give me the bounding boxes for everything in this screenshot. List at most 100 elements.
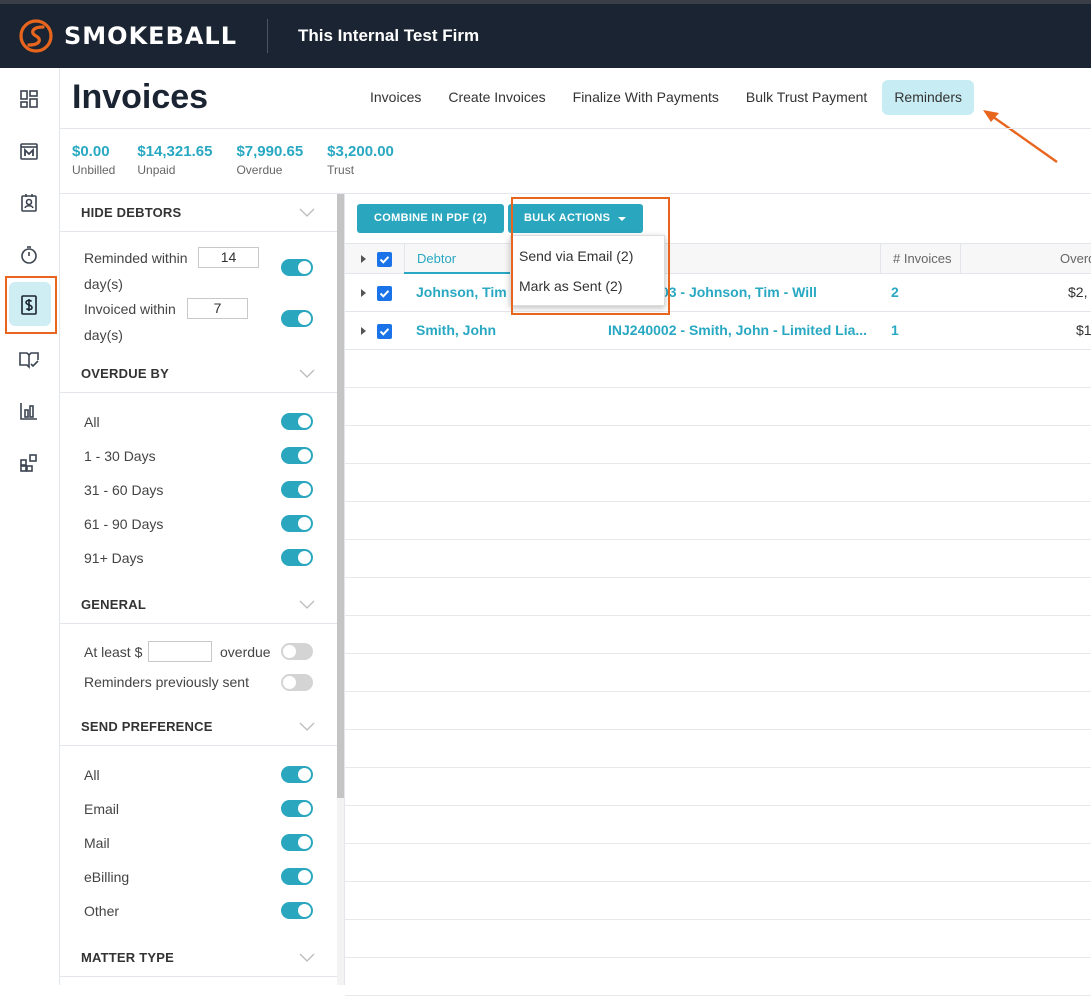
section-general[interactable]: GENERAL — [60, 586, 337, 624]
tab-invoices[interactable]: Invoices — [358, 80, 433, 115]
stat-unpaid[interactable]: $14,321.65 Unpaid — [137, 143, 212, 177]
column-overdue[interactable]: Overdu — [1060, 244, 1091, 273]
table-row[interactable]: Smith, John INJ240002 - Smith, John - Li… — [345, 312, 1091, 350]
overdue-all-toggle[interactable] — [281, 413, 313, 430]
send-option-ebilling: eBilling — [84, 869, 130, 885]
empty-grid-row — [345, 920, 1091, 958]
matters-icon[interactable] — [18, 140, 40, 162]
top-bar: SMOKEBALL This Internal Test Firm — [0, 4, 1091, 68]
grid-header: Debtor # Invoices Overdu — [345, 243, 1091, 274]
reminded-within-toggle[interactable] — [281, 259, 313, 276]
section-title: SEND PREFERENCE — [81, 719, 213, 734]
billing-annotation-box — [5, 276, 57, 334]
send-ebilling-toggle[interactable] — [281, 868, 313, 885]
empty-grid-row — [345, 806, 1091, 844]
stat-overdue[interactable]: $7,990.65 Overdue — [236, 143, 303, 177]
bulk-actions-menu: Send via Email (2) Mark as Sent (2) — [510, 235, 665, 306]
bulk-actions-button[interactable]: BULK ACTIONS — [508, 204, 643, 233]
overdue-91-plus-toggle[interactable] — [281, 549, 313, 566]
table-row[interactable]: Johnson, Tim INJ240003 - Johnson, Tim - … — [345, 274, 1091, 312]
reminded-days-input[interactable]: 14 — [198, 247, 259, 268]
overdue-option-61-90: 61 - 90 Days — [84, 516, 164, 532]
send-other-toggle[interactable] — [281, 902, 313, 919]
summary-stats: $0.00 Unbilled $14,321.65 Unpaid $7,990.… — [72, 143, 418, 177]
section-title: MATTER TYPE — [81, 950, 174, 965]
scrollbar-thumb[interactable] — [337, 194, 344, 798]
empty-grid-row — [345, 654, 1091, 692]
filter-scrollbar[interactable] — [337, 194, 344, 985]
invoice-count-link[interactable]: 2 — [891, 274, 899, 311]
debtor-link[interactable]: Smith, John — [416, 312, 496, 349]
column-debtor[interactable]: Debtor — [417, 244, 456, 273]
section-send-preference[interactable]: SEND PREFERENCE — [60, 708, 337, 746]
dashboard-icon[interactable] — [18, 88, 40, 110]
send-option-all: All — [84, 767, 100, 783]
overdue-31-60-toggle[interactable] — [281, 481, 313, 498]
topbar-divider — [267, 19, 269, 53]
contacts-icon[interactable] — [18, 192, 40, 214]
stat-value: $7,990.65 — [236, 143, 304, 160]
column-invoices[interactable]: # Invoices — [893, 244, 952, 273]
tab-bulk-trust-payment[interactable]: Bulk Trust Payment — [734, 80, 879, 115]
send-all-toggle[interactable] — [281, 766, 313, 783]
matter-link[interactable]: INJ240002 - Smith, John - Limited Lia... — [608, 312, 867, 349]
brand-name: SMOKEBALL — [64, 22, 238, 50]
reminded-within-label: Reminded within — [84, 250, 188, 266]
at-least-amount-input[interactable] — [148, 641, 212, 662]
expand-row-icon[interactable] — [361, 327, 366, 335]
tasks-icon[interactable] — [18, 348, 40, 370]
header-divider — [60, 128, 1091, 129]
smokeball-logo[interactable]: SMOKEBALL — [18, 18, 237, 54]
stat-trust[interactable]: $3,200.00 Trust — [327, 143, 394, 177]
send-mail-toggle[interactable] — [281, 834, 313, 851]
tab-reminders[interactable]: Reminders — [882, 80, 975, 115]
empty-grid-row — [345, 464, 1091, 502]
select-all-checkbox[interactable] — [377, 252, 392, 267]
apps-icon[interactable] — [18, 452, 40, 474]
empty-grid-row — [345, 388, 1091, 426]
at-least-label: At least $ — [84, 644, 143, 660]
filter-panel: HIDE DEBTORS Reminded within 14 day(s) I… — [60, 194, 337, 985]
expand-all-icon[interactable] — [361, 255, 366, 263]
menu-item-mark-as-sent[interactable]: Mark as Sent (2) — [519, 278, 622, 294]
timer-icon[interactable] — [18, 244, 40, 266]
at-least-overdue-toggle[interactable] — [281, 643, 313, 660]
stat-label: Overdue — [236, 163, 283, 177]
overdue-61-90-toggle[interactable] — [281, 515, 313, 532]
menu-item-send-via-email[interactable]: Send via Email (2) — [519, 248, 633, 264]
invoice-count-link[interactable]: 1 — [891, 312, 899, 349]
reports-icon[interactable] — [18, 400, 40, 422]
expand-row-icon[interactable] — [361, 289, 366, 297]
invoiced-within-toggle[interactable] — [281, 310, 313, 327]
section-matter-type[interactable]: MATTER TYPE — [60, 939, 337, 977]
annotation-arrow-icon — [983, 110, 1058, 163]
column-separator — [404, 244, 405, 273]
empty-grid-row — [345, 730, 1091, 768]
empty-grid-row — [345, 958, 1091, 996]
overdue-option-all: All — [84, 414, 100, 430]
debtor-link[interactable]: Johnson, Tim — [416, 274, 507, 311]
section-title: GENERAL — [81, 597, 146, 612]
tab-create-invoices[interactable]: Create Invoices — [436, 80, 557, 115]
section-title: OVERDUE BY — [81, 366, 169, 381]
overdue-amount: $2, — [1068, 284, 1088, 300]
stat-unbilled[interactable]: $0.00 Unbilled — [72, 143, 115, 177]
section-overdue-by[interactable]: OVERDUE BY — [60, 355, 337, 393]
empty-grid-row — [345, 426, 1091, 464]
send-option-email: Email — [84, 801, 120, 817]
row-checkbox[interactable] — [377, 324, 392, 339]
invoiced-days-input[interactable]: 7 — [187, 298, 248, 319]
combine-in-pdf-button[interactable]: COMBINE IN PDF (2) — [357, 204, 504, 233]
page-title: Invoices — [72, 78, 209, 116]
tab-finalize-with-payments[interactable]: Finalize With Payments — [561, 80, 731, 115]
reminders-sent-toggle[interactable] — [281, 674, 313, 691]
chevron-down-icon — [299, 208, 315, 217]
chevron-down-icon — [299, 722, 315, 731]
row-checkbox[interactable] — [377, 286, 392, 301]
overdue-1-30-toggle[interactable] — [281, 447, 313, 464]
empty-grid-row — [345, 540, 1091, 578]
section-title: HIDE DEBTORS — [81, 205, 182, 220]
overdue-option-1-30: 1 - 30 Days — [84, 448, 156, 464]
section-hide-debtors[interactable]: HIDE DEBTORS — [60, 194, 337, 232]
send-email-toggle[interactable] — [281, 800, 313, 817]
